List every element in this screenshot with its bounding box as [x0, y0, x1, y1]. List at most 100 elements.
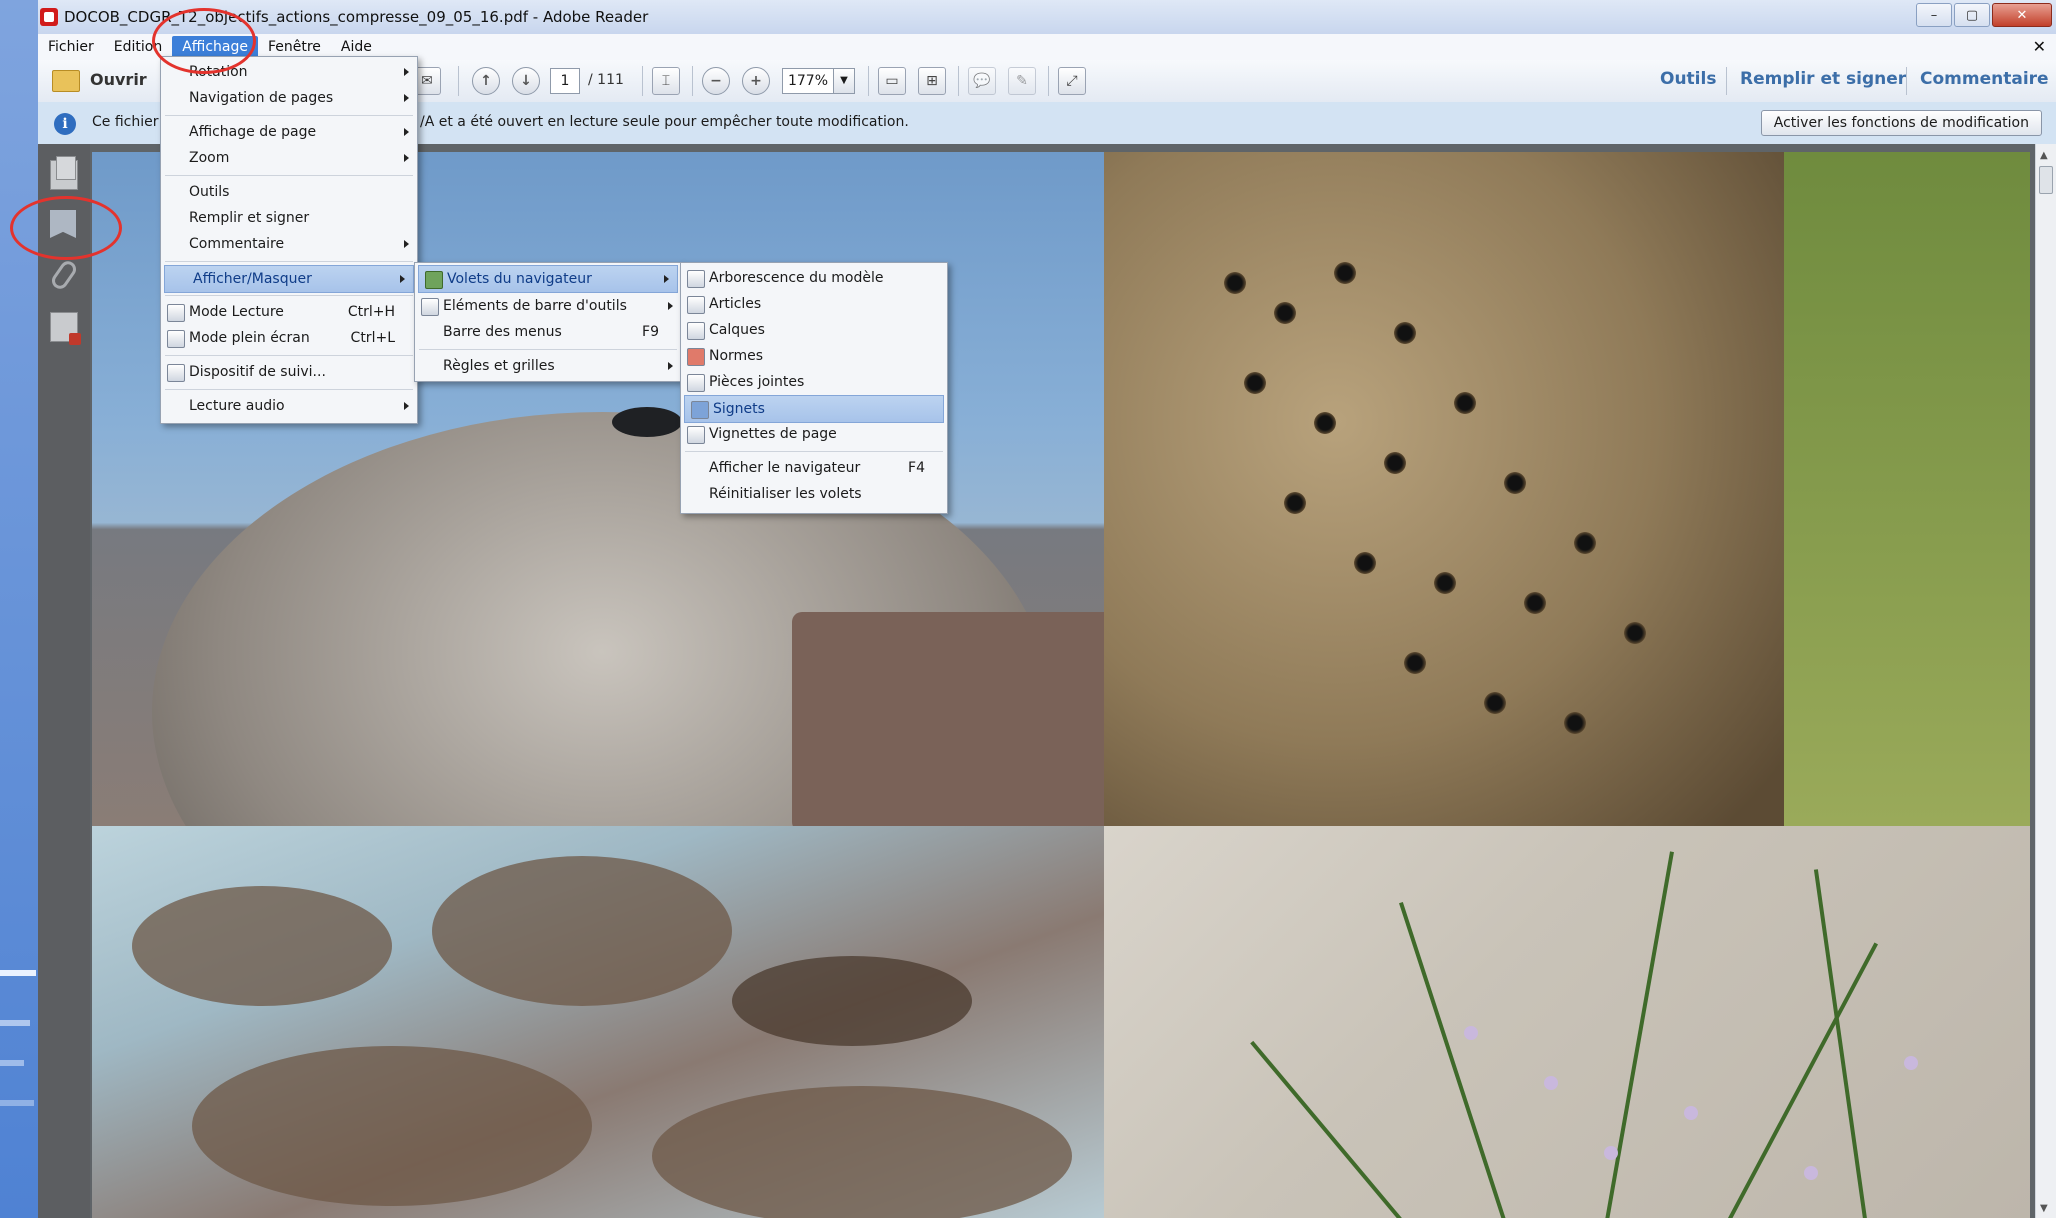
- menu-item-barre-des-menus[interactable]: Barre des menus F9: [415, 319, 681, 345]
- enable-editing-button[interactable]: Activer les fonctions de modification: [1760, 110, 2042, 136]
- menu-item-label: Réinitialiser les volets: [709, 486, 862, 502]
- expand-icon[interactable]: ⤢: [1058, 67, 1086, 95]
- info-text-start: Ce fichier: [92, 114, 159, 130]
- document-close-icon[interactable]: ✕: [2033, 37, 2046, 56]
- menu-item-label: Navigation de pages: [189, 90, 334, 106]
- menu-item-elements-barre-outils[interactable]: Eléments de barre d'outils: [415, 293, 681, 319]
- seaweed: [652, 1086, 1072, 1218]
- menu-item-dispositif-de-suivi[interactable]: Dispositif de suivi...: [161, 359, 417, 385]
- afficher-masquer-submenu: Volets du navigateur Eléments de barre d…: [414, 262, 682, 382]
- zoom-level-input[interactable]: 177%: [782, 68, 834, 94]
- menu-item-commentaire[interactable]: Commentaire: [161, 231, 417, 257]
- attachment-icon[interactable]: [48, 258, 80, 292]
- menu-item-volets-du-navigateur[interactable]: Volets du navigateur: [418, 265, 678, 293]
- comment-icon[interactable]: 💬: [968, 67, 996, 95]
- menu-item-navigation-de-pages[interactable]: Navigation de pages: [161, 85, 417, 111]
- open-button[interactable]: Ouvrir: [90, 70, 147, 89]
- submenu-arrow-icon: [404, 154, 409, 162]
- menu-item-shortcut: F9: [642, 324, 659, 340]
- menu-item-afficher-masquer[interactable]: Afficher/Masquer: [164, 265, 414, 293]
- menu-separator: [165, 115, 413, 116]
- menu-fichier[interactable]: Fichier: [38, 36, 104, 58]
- menu-item-mode-plein-ecran[interactable]: Mode plein écran Ctrl+L: [161, 325, 417, 351]
- info-icon: i: [54, 113, 76, 135]
- zoom-dropdown-icon[interactable]: ▼: [834, 68, 855, 94]
- menu-fenetre[interactable]: Fenêtre: [258, 36, 331, 58]
- plant-stem: [1250, 1040, 1408, 1218]
- page-thumbnails-icon[interactable]: [50, 156, 78, 190]
- flower: [1804, 1166, 1818, 1180]
- menu-item-articles[interactable]: Articles: [681, 291, 947, 317]
- commentaire-link[interactable]: Commentaire: [1920, 69, 2049, 89]
- menu-item-pieces-jointes[interactable]: Pièces jointes: [681, 369, 947, 395]
- menu-item-zoom[interactable]: Zoom: [161, 145, 417, 171]
- select-tool-icon[interactable]: ⌶: [652, 67, 680, 95]
- toolbar-separator: [1726, 67, 1727, 95]
- hole: [1314, 412, 1336, 434]
- menu-item-signets[interactable]: Signets: [684, 395, 944, 423]
- toolbar-separator: [458, 66, 459, 96]
- scroll-down-icon[interactable]: ▼: [2040, 1203, 2048, 1214]
- menu-item-label: Signets: [713, 401, 765, 417]
- close-button[interactable]: ✕: [1992, 3, 2052, 27]
- menu-item-label: Zoom: [189, 150, 230, 166]
- menu-item-label: Arborescence du modèle: [709, 270, 884, 286]
- vertical-scrollbar[interactable]: ▲ ▼: [2035, 144, 2056, 1218]
- folder-icon[interactable]: [52, 70, 80, 92]
- menu-item-label: Lecture audio: [189, 398, 285, 414]
- maximize-button[interactable]: ▢: [1954, 3, 1990, 27]
- menu-item-label: Vignettes de page: [709, 426, 837, 442]
- adobe-reader-icon: [40, 8, 58, 26]
- menu-item-label: Pièces jointes: [709, 374, 805, 390]
- zoom-out-icon[interactable]: −: [702, 67, 730, 95]
- menu-item-arborescence-du-modele[interactable]: Arborescence du modèle: [681, 265, 947, 291]
- fit-width-icon[interactable]: ⊞: [918, 67, 946, 95]
- highlight-icon[interactable]: ✎: [1008, 67, 1036, 95]
- reading-mode-icon: [167, 304, 185, 322]
- bookmark-icon: [691, 401, 709, 419]
- menu-item-outils[interactable]: Outils: [161, 179, 417, 205]
- hole: [1384, 452, 1406, 474]
- fullscreen-icon: [167, 330, 185, 348]
- page-number-input[interactable]: 1: [550, 68, 580, 94]
- menu-item-lecture-audio[interactable]: Lecture audio: [161, 393, 417, 419]
- signature-icon[interactable]: [50, 312, 81, 345]
- hole: [1394, 322, 1416, 344]
- toolbar-items-icon: [421, 298, 439, 316]
- menu-item-vignettes-de-page[interactable]: Vignettes de page: [681, 421, 947, 447]
- scroll-up-icon[interactable]: ▲: [2040, 150, 2048, 161]
- window-controls: – ▢ ✕: [1916, 3, 2052, 27]
- paperclip-icon: [687, 374, 705, 392]
- previous-page-icon[interactable]: ↑: [472, 67, 500, 95]
- articles-icon: [687, 296, 705, 314]
- seaweed: [132, 886, 392, 1006]
- annotation-circle-affichage: [152, 8, 256, 74]
- menu-aide[interactable]: Aide: [331, 36, 382, 58]
- menu-item-afficher-le-navigateur[interactable]: Afficher le navigateur F4: [681, 455, 947, 481]
- menu-item-normes[interactable]: Normes: [681, 343, 947, 369]
- remplir-et-signer-link[interactable]: Remplir et signer: [1740, 69, 1906, 89]
- submenu-arrow-icon: [404, 240, 409, 248]
- menu-item-label: Normes: [709, 348, 764, 364]
- fit-page-icon[interactable]: ▭: [878, 67, 906, 95]
- submenu-arrow-icon: [668, 362, 673, 370]
- seaweed: [432, 856, 732, 1006]
- menu-item-mode-lecture[interactable]: Mode Lecture Ctrl+H: [161, 299, 417, 325]
- menu-item-calques[interactable]: Calques: [681, 317, 947, 343]
- minimize-button[interactable]: –: [1916, 3, 1952, 27]
- hole: [1504, 472, 1526, 494]
- scroll-thumb[interactable]: [2039, 166, 2053, 194]
- toolbar-separator: [1048, 66, 1049, 96]
- submenu-arrow-icon: [668, 302, 673, 310]
- menu-separator: [165, 355, 413, 356]
- menu-item-shortcut: F4: [908, 460, 925, 476]
- hole: [1454, 392, 1476, 414]
- menu-item-remplir-et-signer[interactable]: Remplir et signer: [161, 205, 417, 231]
- menu-item-regles-et-grilles[interactable]: Règles et grilles: [415, 353, 681, 379]
- seaweed: [192, 1046, 592, 1206]
- menu-item-affichage-de-page[interactable]: Affichage de page: [161, 119, 417, 145]
- next-page-icon[interactable]: ↓: [512, 67, 540, 95]
- zoom-in-icon[interactable]: +: [742, 67, 770, 95]
- menu-item-reinitialiser-les-volets[interactable]: Réinitialiser les volets: [681, 481, 947, 507]
- outils-link[interactable]: Outils: [1660, 69, 1716, 89]
